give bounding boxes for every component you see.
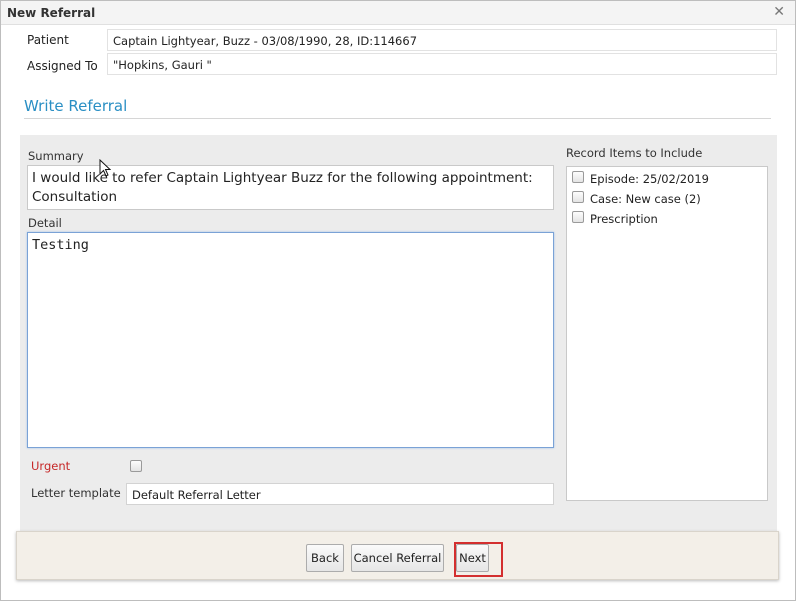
cancel-referral-button[interactable]: Cancel Referral	[351, 544, 444, 572]
patient-label: Patient	[27, 33, 69, 47]
detail-textarea[interactable]: Testing	[27, 232, 554, 448]
record-item-label: Episode: 25/02/2019	[590, 172, 709, 186]
new-referral-dialog: New Referral ✕ Patient Captain Lightyear…	[0, 0, 796, 601]
record-items-label: Record Items to Include	[566, 146, 703, 160]
dialog-titlebar: New Referral ✕	[1, 1, 795, 25]
record-item-checkbox[interactable]	[572, 191, 584, 203]
summary-label: Summary	[28, 149, 84, 163]
assigned-to-label: Assigned To	[27, 59, 98, 73]
assigned-to-value: "Hopkins, Gauri "	[107, 53, 777, 75]
record-item-checkbox[interactable]	[572, 211, 584, 223]
record-item-label: Case: New case (2)	[590, 192, 701, 206]
record-items-list: Episode: 25/02/2019 Case: New case (2) P…	[566, 166, 768, 501]
section-divider	[24, 118, 771, 119]
back-button[interactable]: Back	[306, 544, 344, 572]
urgent-checkbox[interactable]	[130, 460, 142, 472]
letter-template-label: Letter template	[31, 486, 121, 500]
dialog-title: New Referral	[7, 6, 96, 20]
record-item-label: Prescription	[590, 212, 658, 226]
urgent-label: Urgent	[31, 459, 71, 473]
close-icon[interactable]: ✕	[773, 4, 785, 20]
detail-label: Detail	[28, 216, 62, 230]
letter-template-input[interactable]: Default Referral Letter	[126, 483, 554, 505]
mouse-pointer-icon	[99, 159, 111, 177]
record-item-checkbox[interactable]	[572, 171, 584, 183]
patient-value: Captain Lightyear, Buzz - 03/08/1990, 28…	[107, 29, 777, 51]
section-title-write-referral: Write Referral	[24, 97, 128, 115]
next-button[interactable]: Next	[456, 544, 489, 572]
